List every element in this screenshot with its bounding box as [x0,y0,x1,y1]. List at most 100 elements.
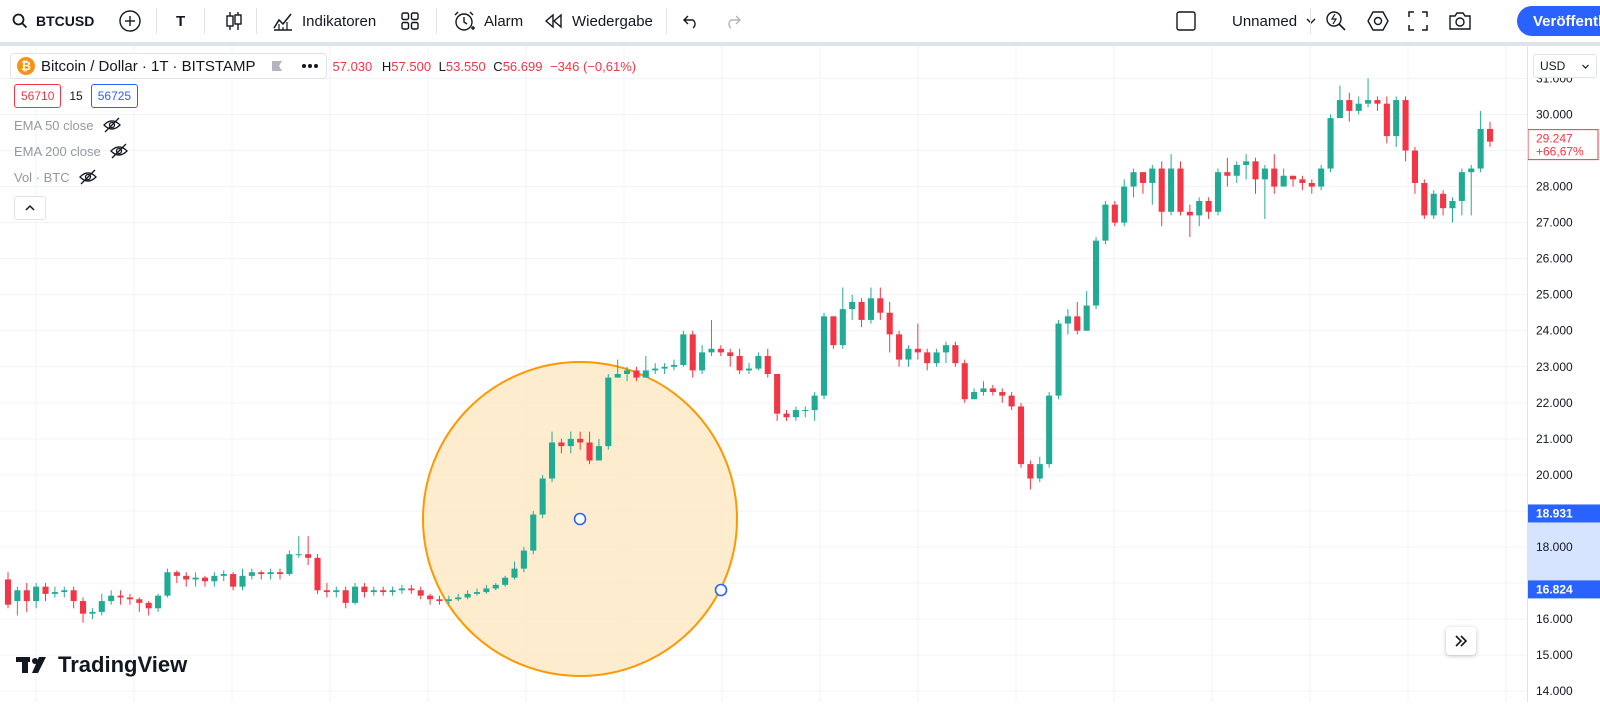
circle-center-handle[interactable] [573,512,587,526]
eye-hidden-icon[interactable] [102,117,122,133]
candle [1196,197,1203,227]
interval-button[interactable]: T [176,0,185,42]
candle [1486,121,1494,147]
candle [774,374,781,421]
candle-body [380,590,387,593]
candlestick-chart[interactable] [0,46,1527,702]
eye-hidden-icon[interactable] [78,169,98,185]
candle [258,570,265,580]
candle [1477,110,1484,173]
candle [1421,179,1428,220]
tradingview-wordmark: TradingView [58,652,188,677]
redo-button[interactable] [724,0,742,42]
undo-icon [683,15,696,29]
candle [792,406,799,421]
indicator-volume[interactable]: Vol · BTC [14,169,98,185]
candle [736,348,743,374]
candle-body [267,572,274,575]
indicator-ema50[interactable]: EMA 50 close [14,117,122,133]
candle [858,298,865,328]
layout-select[interactable]: Unnamed [1176,0,1317,42]
candle-body [1036,464,1043,479]
candle-body [164,572,171,596]
candle [323,583,330,598]
scroll-to-realtime-button[interactable] [1446,627,1476,655]
candle-body [464,593,471,598]
more-dots-icon[interactable] [300,59,320,73]
chart-pane[interactable] [0,46,1527,702]
last-price-value: 29.247 [1536,132,1573,146]
eye-hidden-icon[interactable] [109,143,129,159]
candle [980,381,987,396]
circle-radius-handle[interactable] [714,583,728,597]
candle [520,547,527,573]
candle-body [1299,179,1306,183]
snapshot-button[interactable] [1448,0,1472,42]
candle-body [877,298,884,313]
candle-body [624,370,631,374]
candle [605,374,612,450]
candle [1243,154,1250,180]
candle-body [933,352,940,364]
candle [333,586,340,598]
alert-button[interactable]: Alarm [452,0,523,42]
candle [867,287,874,324]
candle [1440,190,1447,216]
candle [717,345,724,356]
collapse-legend-button[interactable] [14,196,46,220]
bid-value: 56710 [21,89,55,103]
candle-body [1365,100,1372,104]
sell-price-button[interactable]: 56710 [14,84,62,108]
settings-button[interactable] [1366,0,1390,42]
candle [745,363,753,374]
chart-type-button[interactable] [224,0,244,42]
candle [70,586,77,609]
candle [398,584,405,594]
candle-body [398,588,405,591]
chevron-up-icon [25,204,35,211]
replay-button[interactable]: Wiedergabe [544,0,653,42]
candle-body [417,590,424,596]
bid-ask-row: 56710 15 56725 [14,84,139,108]
candle [352,583,359,605]
candle-body [408,588,415,591]
fullscreen-button[interactable] [1408,0,1428,42]
candle-body [1336,100,1343,119]
candle-body [1468,168,1475,173]
candle-body [1168,168,1175,212]
price-scale[interactable]: 31.00030.00029.00028.00027.00026.00025.0… [1527,46,1600,702]
candle-body [577,438,584,443]
templates-button[interactable] [400,0,420,42]
currency-select[interactable]: USD [1533,54,1597,78]
candle-body [1102,204,1109,241]
candle-body [849,301,856,310]
candle-body [717,348,724,353]
symbol-title-box[interactable]: ₿ Bitcoin / Dollar · 1T · BITSTAMP [10,53,327,79]
compare-symbol-button[interactable] [118,0,142,42]
candle-body [126,597,133,600]
tradingview-logo[interactable]: TradingView [16,652,187,678]
high-key: H [381,58,392,74]
indicators-button[interactable]: Indikatoren [272,0,376,42]
candle [1168,154,1175,216]
price-tick-label: 23.000 [1536,360,1573,374]
indicator-ema200[interactable]: EMA 200 close [14,143,129,159]
candle [1130,168,1137,198]
price-tick-label: 21.000 [1536,432,1573,446]
symbol-search-button[interactable]: BTCUSD [12,0,94,42]
candle-body [1327,118,1334,169]
candle-body [633,370,640,378]
candle [999,388,1006,403]
buy-price-button[interactable]: 56725 [90,84,139,108]
candle-body [183,575,190,580]
candle-body [661,366,668,369]
publish-button[interactable]: Veröffentl [1517,6,1600,36]
candle-body [389,590,396,593]
undo-button[interactable] [682,0,700,42]
quick-search-button[interactable] [1324,0,1348,42]
candle-body [201,577,209,582]
candle-body [961,363,968,400]
candle-body [1393,100,1400,137]
indicators-icon [273,13,292,31]
candle-body [370,590,377,593]
